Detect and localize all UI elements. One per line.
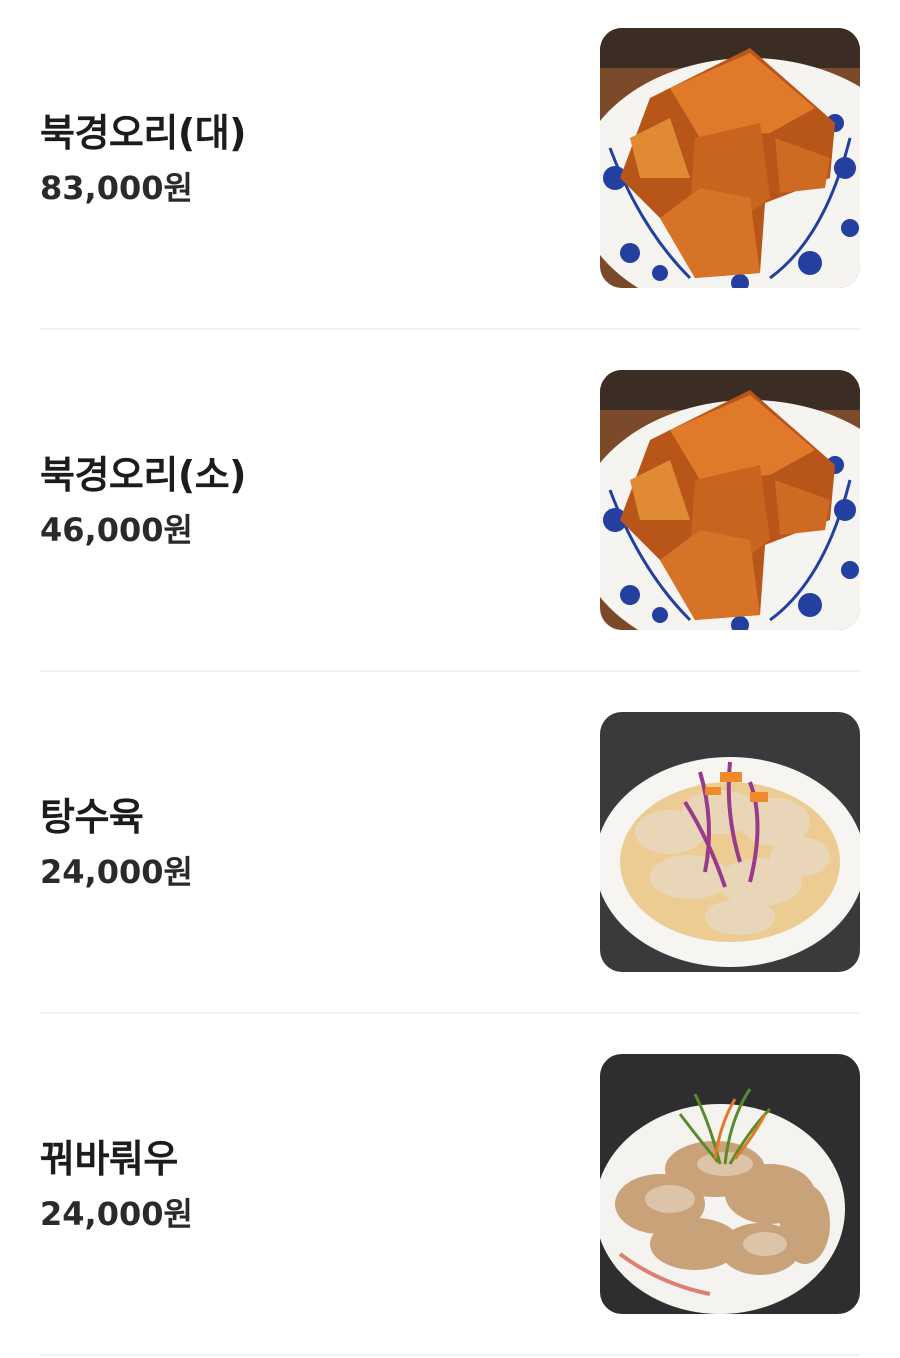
menu-item-text: 북경오리(대) 83,000원 — [40, 108, 247, 208]
menu-item[interactable]: 북경오리(대) 83,000원 — [40, 0, 860, 330]
menu-item-name: 꿔바뤄우 — [40, 1137, 178, 1181]
menu-item-name: 북경오리(소) — [40, 453, 247, 497]
menu-item-price: 46,000원 — [40, 511, 193, 549]
menu-item[interactable]: 탕수육 24,000원 — [40, 672, 860, 1014]
peking-duck-image — [600, 28, 860, 288]
guobaorou-photo[interactable] — [600, 1054, 860, 1314]
peking-duck-photo[interactable] — [600, 28, 860, 288]
menu-item-price: 83,000원 — [40, 169, 193, 207]
menu-item-text: 북경오리(소) 46,000원 — [40, 450, 247, 550]
guobaorou-image — [600, 1054, 860, 1314]
menu-item[interactable]: 북경오리(소) 46,000원 — [40, 330, 860, 672]
peking-duck-photo[interactable] — [600, 370, 860, 630]
menu-item[interactable]: 꿔바뤄우 24,000원 — [40, 1014, 860, 1356]
menu-item-name: 탕수육 — [40, 795, 144, 839]
menu-item-price: 24,000원 — [40, 853, 193, 891]
sweet-and-sour-pork-image — [600, 712, 860, 972]
menu-item-text: 꿔바뤄우 24,000원 — [40, 1134, 193, 1234]
menu-item-name: 북경오리(대) — [40, 111, 247, 155]
menu-list: 북경오리(대) 83,000원 북경오리(소) 46,000원 탕수육 24,0… — [0, 0, 900, 1356]
peking-duck-image — [600, 370, 860, 630]
menu-item-price: 24,000원 — [40, 1195, 193, 1233]
menu-item-text: 탕수육 24,000원 — [40, 792, 193, 892]
sweet-and-sour-pork-photo[interactable] — [600, 712, 860, 972]
